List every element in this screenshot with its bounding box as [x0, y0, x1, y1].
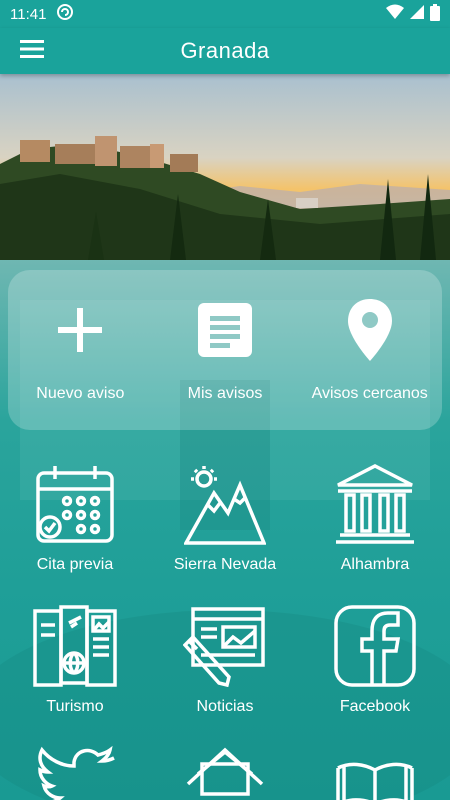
document-list-icon	[198, 302, 252, 362]
email-button[interactable]	[150, 744, 300, 800]
grid-item-label: Sierra Nevada	[173, 556, 277, 573]
app-title: Granada	[180, 38, 270, 63]
new-report-button[interactable]: Nuevo aviso	[8, 270, 153, 430]
quick-action-label: Mis avisos	[187, 385, 263, 402]
quick-action-label: Avisos cercanos	[311, 385, 428, 402]
travel-brochure-icon	[33, 605, 117, 692]
my-reports-button[interactable]: Mis avisos	[153, 270, 298, 430]
status-time: 11:41	[10, 5, 47, 23]
book-icon	[334, 744, 416, 800]
facebook-icon	[334, 605, 416, 692]
status-bar: 11:41	[0, 0, 450, 28]
location-pin-icon	[347, 298, 392, 366]
hamburger-menu-icon	[20, 39, 44, 63]
sierra-nevada-button[interactable]: Sierra Nevada	[150, 460, 300, 574]
grid-item-label: Alhambra	[340, 556, 410, 573]
cita-previa-button[interactable]: Cita previa	[0, 460, 150, 574]
signal-icon	[410, 4, 424, 24]
hero-image	[0, 74, 450, 260]
menu-button[interactable]	[0, 28, 64, 74]
turismo-button[interactable]: Turismo	[0, 602, 150, 716]
calendar-icon	[35, 463, 115, 550]
mountains-icon	[183, 463, 267, 550]
grid-item-label: Facebook	[339, 698, 411, 715]
book-button[interactable]	[300, 744, 450, 800]
newspaper-icon	[182, 605, 267, 692]
envelope-icon	[184, 744, 266, 800]
grid-item-label: Cita previa	[36, 556, 114, 573]
wifi-icon	[386, 4, 404, 24]
plus-icon	[56, 306, 104, 359]
battery-icon	[430, 3, 440, 25]
twitter-button[interactable]	[0, 744, 150, 800]
grid-item-label: Noticias	[196, 698, 254, 715]
monument-icon	[334, 463, 416, 550]
twitter-icon	[34, 744, 116, 800]
facebook-button[interactable]: Facebook	[300, 602, 450, 716]
quick-action-label: Nuevo aviso	[36, 385, 125, 402]
app-bar: Granada	[0, 28, 450, 74]
nearby-reports-button[interactable]: Avisos cercanos	[297, 270, 442, 430]
noticias-button[interactable]: Noticias	[150, 602, 300, 716]
alhambra-button[interactable]: Alhambra	[300, 460, 450, 574]
sync-icon	[56, 3, 74, 25]
quick-actions-card: Nuevo aviso Mis avisos Avisos cercanos	[8, 270, 442, 430]
grid-item-label: Turismo	[46, 698, 104, 715]
